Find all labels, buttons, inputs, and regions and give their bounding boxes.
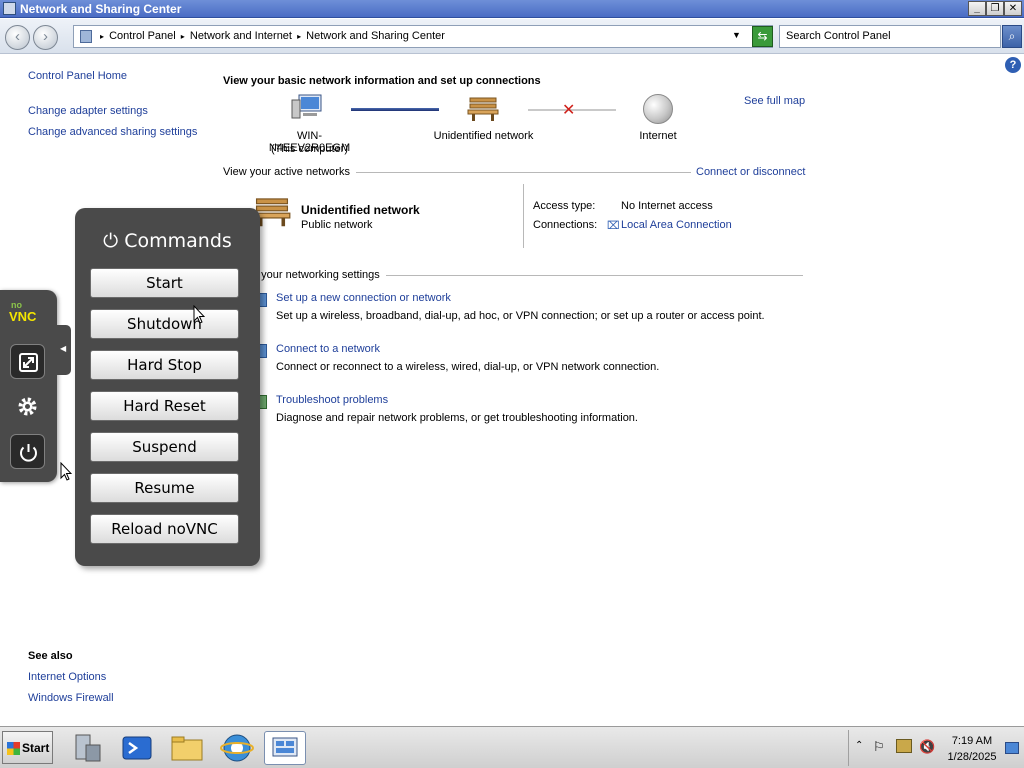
access-type-value: No Internet access xyxy=(621,200,713,212)
control-bar-handle[interactable]: ◀ xyxy=(57,325,71,375)
internet-explorer-icon[interactable] xyxy=(216,731,258,765)
volume-muted-icon[interactable]: 🔇 xyxy=(919,739,935,755)
map-connection-line xyxy=(351,108,439,111)
chevron-right-icon: ▸ xyxy=(180,32,185,41)
explorer-folder-icon[interactable] xyxy=(166,731,208,765)
reload-novnc-button[interactable]: Reload noVNC xyxy=(90,514,239,544)
connect-or-disconnect-link[interactable]: Connect or disconnect xyxy=(696,166,805,178)
restore-button[interactable]: ❐ xyxy=(986,1,1004,16)
gear-icon xyxy=(18,397,37,416)
breadcrumb[interactable]: ▸ Control Panel ▸ Network and Internet ▸… xyxy=(73,25,773,48)
active-network-name: Unidentified network xyxy=(301,203,420,217)
chevron-right-icon: ▸ xyxy=(297,32,302,41)
window-title: Network and Sharing Center xyxy=(20,2,182,16)
task-setup-connection-link[interactable]: Set up a new connection or network xyxy=(276,292,451,304)
novnc-control-bar: no VNC xyxy=(0,290,57,482)
divider xyxy=(386,275,803,276)
see-also-heading: See also xyxy=(28,650,73,662)
start-label: Start xyxy=(22,741,50,755)
power-button[interactable] xyxy=(10,434,45,469)
hard-reset-button[interactable]: Hard Reset xyxy=(90,391,239,421)
minimize-button[interactable]: _ xyxy=(968,1,986,16)
internet-globe-icon[interactable] xyxy=(643,94,673,124)
task-connect-network-link[interactable]: Connect to a network xyxy=(276,343,380,355)
network-type-link[interactable]: Public network xyxy=(301,219,373,231)
network-tray-icon[interactable] xyxy=(896,739,912,753)
fullscreen-button[interactable] xyxy=(10,344,45,379)
page-heading: View your basic network information and … xyxy=(223,75,541,87)
breadcrumb-item[interactable]: Network and Internet xyxy=(190,30,292,42)
system-tray: ⌃ ⚐ 🔇 7:19 AM 1/28/2025 xyxy=(848,730,1024,766)
task-description: Diagnose and repair network problems, or… xyxy=(276,412,638,424)
network-map-label: Unidentified network xyxy=(433,130,534,142)
settings-button[interactable] xyxy=(10,389,45,424)
show-desktop-button[interactable] xyxy=(1005,742,1019,754)
commands-panel: ⏻ Commands Start Shutdown Hard Stop Hard… xyxy=(75,208,260,566)
hard-stop-button[interactable]: Hard Stop xyxy=(90,350,239,380)
forward-button[interactable]: › xyxy=(33,25,58,50)
mouse-cursor-icon xyxy=(60,462,72,481)
connection-plug-icon: ⌧ xyxy=(607,220,620,232)
action-center-flag-icon[interactable]: ⚐ xyxy=(873,739,885,755)
powershell-icon[interactable] xyxy=(116,731,158,765)
vertical-divider xyxy=(523,184,524,248)
windows-firewall-link[interactable]: Windows Firewall xyxy=(28,692,114,704)
divider xyxy=(356,172,691,173)
novnc-logo-bottom: VNC xyxy=(9,309,37,324)
breadcrumb-item[interactable]: Control Panel xyxy=(109,30,176,42)
computer-subtitle: (This computer) xyxy=(270,143,349,155)
power-icon: ⏻ xyxy=(103,230,119,252)
refresh-button[interactable]: ⇆ xyxy=(752,26,773,47)
show-hidden-icons-button[interactable]: ⌃ xyxy=(855,740,863,751)
see-full-map-link[interactable]: See full map xyxy=(744,95,805,107)
change-settings-label: e your networking settings xyxy=(252,269,380,281)
shutdown-button[interactable]: Shutdown xyxy=(90,309,239,339)
breadcrumb-item[interactable]: Network and Sharing Center xyxy=(306,30,445,42)
search-icon[interactable]: ⌕ xyxy=(1002,25,1022,48)
active-networks-label: View your active networks xyxy=(223,166,350,178)
server-manager-icon[interactable] xyxy=(66,731,108,765)
taskbar: Start ⌃ ⚐ 🔇 7:19 AM 1/28/2025 xyxy=(0,726,1024,768)
commands-title: Commands xyxy=(124,230,232,252)
mouse-cursor-icon xyxy=(193,305,205,324)
task-troubleshoot-link[interactable]: Troubleshoot problems xyxy=(276,394,388,406)
fullscreen-icon xyxy=(19,353,38,372)
internet-label: Internet xyxy=(639,130,677,142)
network-center-taskbar-icon[interactable] xyxy=(264,731,306,765)
clock-date[interactable]: 1/28/2025 xyxy=(945,751,999,763)
computer-icon[interactable] xyxy=(291,94,323,120)
close-button[interactable]: ✕ xyxy=(1004,1,1022,16)
control-panel-home-link[interactable]: Control Panel Home xyxy=(28,70,127,82)
suspend-button[interactable]: Suspend xyxy=(90,432,239,462)
no-connection-icon: ✕ xyxy=(562,102,576,119)
back-button[interactable]: ‹ xyxy=(5,25,30,50)
task-description: Connect or reconnect to a wireless, wire… xyxy=(276,361,660,373)
start-button[interactable]: Start xyxy=(90,268,239,298)
search-input[interactable]: Search Control Panel xyxy=(779,25,1001,48)
task-description: Set up a wireless, broadband, dial-up, a… xyxy=(276,310,765,322)
local-area-connection-link[interactable]: Local Area Connection xyxy=(621,219,732,231)
app-icon xyxy=(3,2,16,15)
start-menu-button[interactable]: Start xyxy=(2,731,53,764)
help-icon[interactable]: ? xyxy=(1005,57,1021,73)
title-bar: Network and Sharing Center _ ❐ ✕ xyxy=(0,0,1024,18)
chevron-left-icon: ◀ xyxy=(60,344,67,353)
control-panel-icon xyxy=(80,30,92,43)
resume-button[interactable]: Resume xyxy=(90,473,239,503)
power-icon xyxy=(20,444,37,462)
chevron-right-icon: ▸ xyxy=(100,32,105,41)
chevron-down-icon[interactable]: ▼ xyxy=(732,30,741,40)
connections-label: Connections: xyxy=(533,219,598,231)
change-advanced-sharing-link[interactable]: Change advanced sharing settings xyxy=(28,126,197,138)
access-type-label: Access type: xyxy=(533,200,596,212)
change-adapter-settings-link[interactable]: Change adapter settings xyxy=(28,105,148,117)
network-bench-icon[interactable] xyxy=(467,96,499,122)
internet-options-link[interactable]: Internet Options xyxy=(28,671,106,683)
clock-time[interactable]: 7:19 AM xyxy=(945,735,999,747)
windows-logo-icon xyxy=(7,742,20,755)
